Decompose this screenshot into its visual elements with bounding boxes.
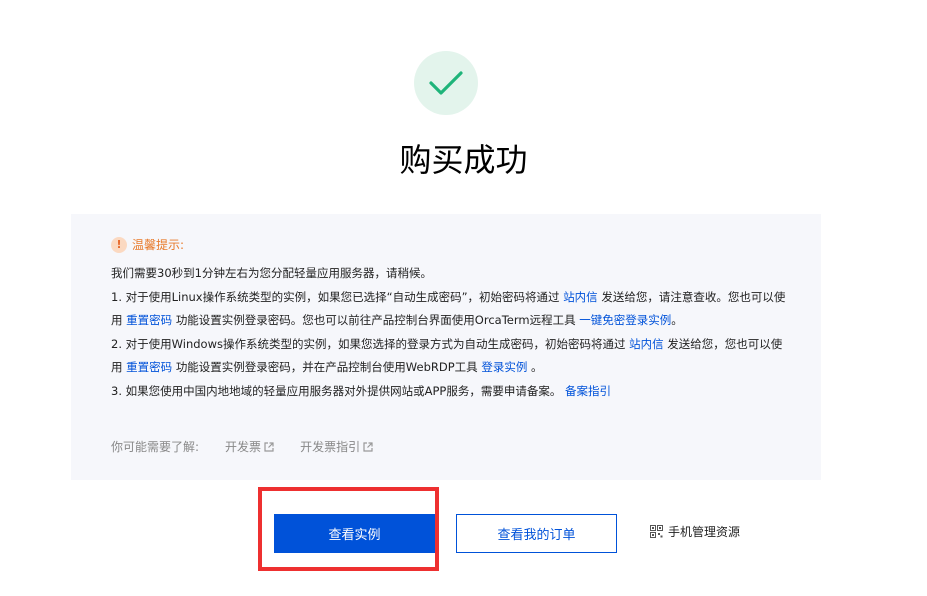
qr-code-icon [650,525,663,538]
notice-item-windows: 2. 对于使用Windows操作系统类型的实例，如果您选择的登录方式为自动生成密… [111,333,791,380]
external-link-icon [363,441,373,452]
notice-text: 3. 如果您使用中国内地地域的轻量应用服务器对外提供网站或APP服务，需要申请备… [111,383,562,398]
inbox-link[interactable]: 站内信 [629,337,664,351]
notice-text: 。 [671,313,683,327]
reset-password-link[interactable]: 重置密码 [126,313,172,327]
invoice-link-label: 开发票 [225,440,262,454]
view-orders-button[interactable]: 查看我的订单 [456,514,617,553]
purchase-success-page: 购买成功 ! 温馨提示: 我们需要30秒到1分钟左右为您分配轻量应用服务器，请稍… [0,0,927,596]
success-check-icon [414,51,478,115]
login-instance-link[interactable]: 登录实例 [481,360,527,374]
notice-text: 1. 对于使用Linux操作系统类型的实例，如果您已选择“自动生成密码”，初始密… [111,289,560,304]
inbox-link[interactable]: 站内信 [563,290,598,304]
mobile-manage-label: 手机管理资源 [668,525,741,539]
reset-password-link[interactable]: 重置密码 [126,360,172,374]
notice-text: 功能设置实例登录密码。您也可以前往产品控制台界面使用OrcaTerm远程工具 [175,313,576,327]
view-instance-button[interactable]: 查看实例 [274,514,435,553]
notice-item-filing: 3. 如果您使用中国内地地域的轻量应用服务器对外提供网站或APP服务，需要申请备… [111,380,791,404]
invoice-guide-link-label: 开发票指引 [300,440,361,454]
warning-icon: ! [111,236,127,253]
mobile-manage-link[interactable]: 手机管理资源 [650,523,740,540]
notice-text: 2. 对于使用Windows操作系统类型的实例，如果您选择的登录方式为自动生成密… [111,336,626,351]
notice-body: 我们需要30秒到1分钟左右为您分配轻量应用服务器，请稍候。 1. 对于使用Lin… [111,262,791,403]
notice-text: 功能设置实例登录密码，并在产品控制台使用WebRDP工具 [175,360,478,374]
notice-text: 。 [530,360,543,374]
invoice-guide-link[interactable]: 开发票指引 [300,438,373,455]
notice-heading-label: 温馨提示: [132,238,185,252]
filing-guide-link[interactable]: 备案指引 [565,384,611,398]
related-links: 你可能需要了解: 开发票 开发票指引 [111,438,373,455]
page-title: 购买成功 [399,141,528,179]
passwordless-login-link[interactable]: 一键免密登录实例 [579,313,671,327]
notice-item-linux: 1. 对于使用Linux操作系统类型的实例，如果您已选择“自动生成密码”，初始密… [111,286,791,333]
notice-panel: ! 温馨提示: 我们需要30秒到1分钟左右为您分配轻量应用服务器，请稍候。 1.… [71,214,821,480]
notice-intro: 我们需要30秒到1分钟左右为您分配轻量应用服务器，请稍候。 [111,266,432,280]
notice-heading: ! 温馨提示: [111,236,184,253]
external-link-icon [264,441,274,452]
invoice-link[interactable]: 开发票 [225,438,274,455]
related-links-label: 你可能需要了解: [111,440,200,454]
